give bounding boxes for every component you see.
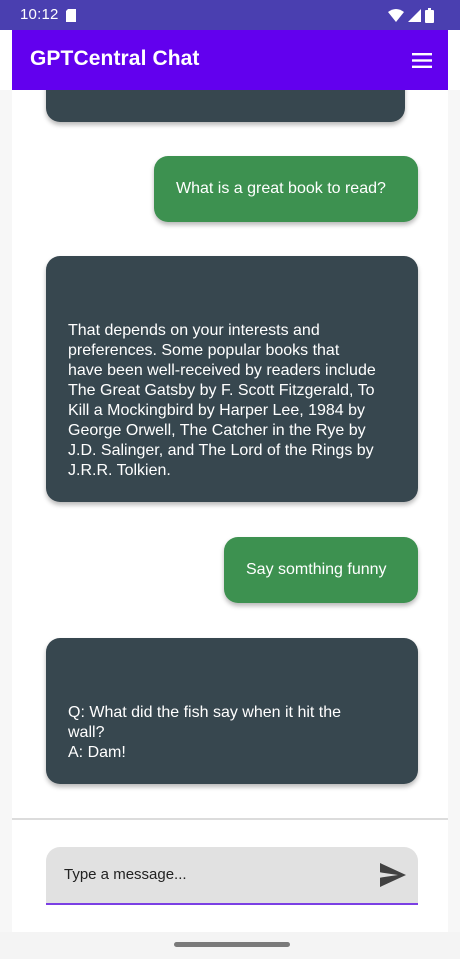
sim-card-icon bbox=[66, 9, 76, 27]
send-icon bbox=[380, 863, 406, 887]
phone-screen: 10:12 GPTCentral Chat What is a great bo… bbox=[0, 0, 460, 959]
bot-message-text: Q: What did the fish say when it hit the… bbox=[68, 704, 342, 761]
user-message-text: Say somthing funny bbox=[246, 561, 387, 578]
bot-message-bubble: Q: What did the fish say when it hit the… bbox=[46, 638, 418, 784]
message-input-placeholder: Type a message... bbox=[64, 866, 187, 883]
bot-message-bubble bbox=[46, 90, 405, 122]
status-bar: 10:12 bbox=[0, 0, 460, 30]
bot-message-bubble: That depends on your interests and prefe… bbox=[46, 256, 418, 502]
battery-icon bbox=[425, 8, 434, 28]
signal-icon bbox=[408, 9, 421, 27]
menu-button[interactable] bbox=[408, 46, 436, 74]
message-input[interactable]: Type a message... bbox=[46, 847, 418, 905]
send-button[interactable] bbox=[380, 863, 406, 887]
bot-message-text: That depends on your interests and prefe… bbox=[68, 322, 376, 479]
left-gutter bbox=[0, 90, 12, 932]
app-bar: GPTCentral Chat bbox=[12, 30, 448, 90]
user-message-bubble: Say somthing funny bbox=[224, 537, 418, 603]
wifi-icon bbox=[388, 9, 404, 27]
composer: Type a message... bbox=[12, 820, 448, 932]
user-message-text: What is a great book to read? bbox=[176, 180, 386, 197]
right-gutter bbox=[448, 90, 460, 932]
status-time: 10:12 bbox=[20, 6, 59, 23]
app-title: GPTCentral Chat bbox=[30, 47, 200, 70]
chat-message-list[interactable]: What is a great book to read? That depen… bbox=[12, 90, 448, 818]
user-message-bubble: What is a great book to read? bbox=[154, 156, 418, 222]
menu-icon bbox=[412, 52, 432, 68]
system-nav-bar bbox=[0, 932, 460, 959]
home-gesture-handle[interactable] bbox=[174, 942, 290, 947]
status-icons bbox=[388, 8, 434, 28]
